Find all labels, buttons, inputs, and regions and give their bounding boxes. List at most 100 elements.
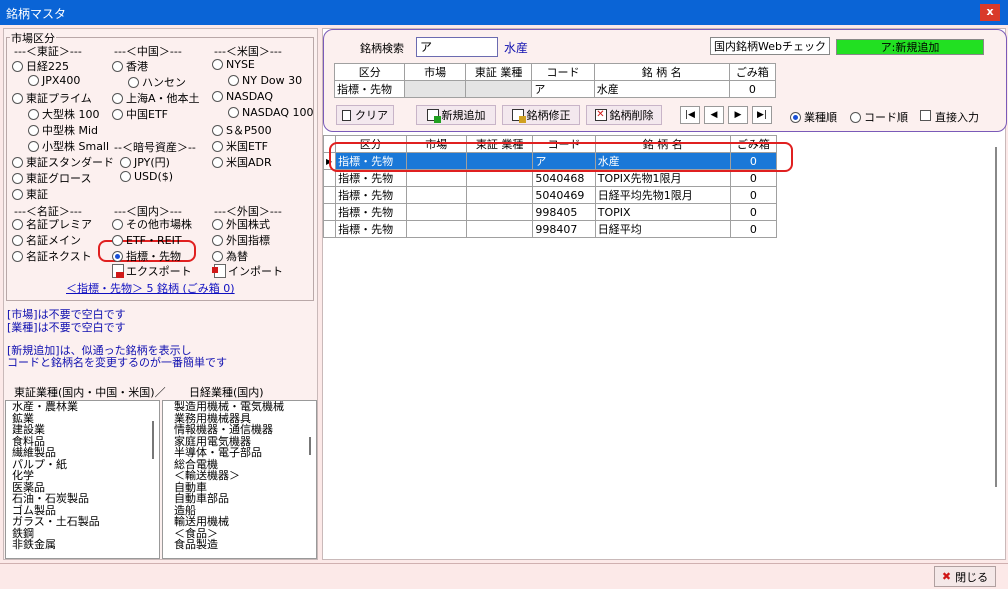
market-us-6[interactable]: 米国ADR: [212, 154, 272, 170]
row-selector[interactable]: [322, 186, 337, 204]
market-tosho-8[interactable]: 東証: [12, 186, 48, 202]
table-cell[interactable]: TOPIX: [594, 203, 731, 221]
table-cell[interactable]: 998405: [532, 203, 596, 221]
table-cell[interactable]: 0: [729, 220, 778, 238]
table-cell[interactable]: [465, 220, 534, 238]
row-selector[interactable]: [322, 169, 337, 187]
list-item[interactable]: 食品製造: [171, 539, 316, 551]
edit-cell[interactable]: ア: [531, 80, 595, 98]
market-us-4[interactable]: S＆P500: [212, 122, 272, 138]
market-china-3[interactable]: 中国ETF: [112, 106, 168, 122]
row-selector[interactable]: [322, 203, 337, 221]
table-cell[interactable]: 5040468: [532, 169, 596, 187]
market-tosho-6[interactable]: 東証スタンダード: [12, 154, 114, 170]
row-selector[interactable]: [322, 220, 337, 238]
import-button[interactable]: インポート: [212, 263, 283, 279]
next-record-button[interactable]: ▶: [728, 106, 748, 124]
table-cell[interactable]: 998407: [532, 220, 596, 238]
list-item[interactable]: ガラス・土石製品: [9, 516, 159, 528]
table-cell[interactable]: [405, 169, 467, 187]
list-item[interactable]: 建設業: [9, 424, 159, 436]
tosho-industry-list[interactable]: 水産・農林業 鉱業 建設業 食料品 繊維製品 パルプ・紙 化学 医薬品 石油・石炭製品 ゴム製品ガ…: [5, 400, 160, 559]
list-item[interactable]: 輸送用機械: [171, 516, 316, 528]
market-tosho-7[interactable]: 東証グロース: [12, 170, 91, 186]
delete-button[interactable]: ✕ 銘柄削除: [586, 105, 662, 125]
market-domestic-0[interactable]: その他市場株: [112, 216, 192, 232]
search-input[interactable]: ア: [416, 37, 498, 57]
list-item[interactable]: ＜輸送機器＞: [171, 470, 316, 482]
table-row[interactable]: 指標・先物 998407 日経平均 0: [322, 220, 778, 238]
table-cell[interactable]: 指標・先物: [335, 203, 407, 221]
table-cell[interactable]: [465, 186, 534, 204]
edit-cell[interactable]: 0: [728, 80, 777, 98]
market-domestic-2[interactable]: 指標・先物: [112, 248, 181, 264]
market-foreign-0[interactable]: 外国株式: [212, 216, 270, 232]
table-cell[interactable]: 指標・先物: [335, 220, 407, 238]
table-cell[interactable]: TOPIX先物1限月: [594, 169, 731, 187]
table-cell[interactable]: [405, 203, 467, 221]
clear-button[interactable]: クリア: [336, 105, 394, 125]
market-us-1[interactable]: NY Dow 30: [228, 74, 302, 87]
modify-button[interactable]: 銘柄修正: [502, 105, 580, 125]
edit-cell[interactable]: 水産: [593, 80, 730, 98]
table-cell[interactable]: 0: [729, 169, 778, 187]
list-item[interactable]: 情報機器・通信機器: [171, 424, 316, 436]
market-us-2[interactable]: NASDAQ: [212, 90, 273, 103]
web-check-button[interactable]: 国内銘柄Webチェック: [710, 37, 830, 55]
market-crypto-1[interactable]: USD($): [120, 170, 173, 183]
edit-cell[interactable]: 指標・先物: [333, 80, 406, 98]
market-china-1[interactable]: ハンセン: [128, 74, 186, 90]
add-button[interactable]: 新規追加: [416, 105, 496, 125]
market-foreign-2[interactable]: 為替: [212, 248, 248, 264]
market-tosho-0[interactable]: 日経225: [12, 58, 69, 74]
close-button[interactable]: ✖ 閉じる: [934, 566, 996, 587]
table-cell[interactable]: [465, 169, 534, 187]
market-china-2[interactable]: 上海A・他本土: [112, 90, 200, 106]
market-domestic-1[interactable]: ETF・REIT: [112, 232, 182, 248]
market-china-0[interactable]: 香港: [112, 58, 148, 74]
list-item[interactable]: 製造用機械・電気機械: [171, 401, 316, 413]
list-item[interactable]: 半導体・電子部品: [171, 447, 316, 459]
list-scrollbar[interactable]: [995, 147, 997, 487]
market-tosho-5[interactable]: 小型株 Small: [28, 138, 109, 154]
edit-cell[interactable]: [404, 80, 466, 98]
market-tosho-2[interactable]: 東証プライム: [12, 90, 92, 106]
table-cell[interactable]: 日経平均先物1限月: [594, 186, 731, 204]
table-cell[interactable]: 指標・先物: [335, 186, 407, 204]
first-record-button[interactable]: |◀: [680, 106, 700, 124]
market-meisho-2[interactable]: 名証ネクスト: [12, 248, 92, 264]
last-record-button[interactable]: ▶|: [752, 106, 772, 124]
table-row[interactable]: 指標・先物 5040468 TOPIX先物1限月 0: [322, 169, 778, 187]
prev-record-button[interactable]: ◀: [704, 106, 724, 124]
list-item[interactable]: 水産・農林業: [9, 401, 159, 413]
list-item[interactable]: 自動車部品: [171, 493, 316, 505]
market-foreign-1[interactable]: 外国指標: [212, 232, 270, 248]
table-row[interactable]: 指標・先物 998405 TOPIX 0: [322, 203, 778, 221]
market-us-0[interactable]: NYSE: [212, 58, 255, 71]
market-us-3[interactable]: NASDAQ 100: [228, 106, 314, 119]
market-crypto-0[interactable]: JPY(円): [120, 154, 170, 170]
window-close-button[interactable]: x: [980, 4, 1000, 21]
summary-link[interactable]: ＜指標・先物＞ 5 銘柄 (ごみ箱 0): [66, 280, 235, 296]
direct-input-checkbox[interactable]: [920, 110, 931, 121]
market-tosho-4[interactable]: 中型株 Mid: [28, 122, 98, 138]
market-meisho-1[interactable]: 名証メイン: [12, 232, 81, 248]
market-us-5[interactable]: 米国ETF: [212, 138, 268, 154]
table-cell[interactable]: 5040469: [532, 186, 596, 204]
table-cell[interactable]: [405, 186, 467, 204]
table-cell[interactable]: [405, 220, 467, 238]
table-cell[interactable]: [465, 203, 534, 221]
market-meisho-0[interactable]: 名証プレミア: [12, 216, 92, 232]
market-tosho-1[interactable]: JPX400: [28, 74, 80, 87]
nikkei-industry-list[interactable]: 製造用機械・電気機械 業務用機械器具 情報機器・通信機器 家庭用電気機器 半導体・電子部…: [162, 400, 317, 559]
table-cell[interactable]: 0: [729, 186, 778, 204]
edit-cell[interactable]: [464, 80, 533, 98]
list-item[interactable]: 石油・石炭製品: [9, 493, 159, 505]
list-item[interactable]: 繊維製品: [9, 447, 159, 459]
list-item[interactable]: 化学: [9, 470, 159, 482]
sort-code-radio[interactable]: コード順: [850, 109, 908, 125]
table-cell[interactable]: 日経平均: [594, 220, 731, 238]
export-button[interactable]: エクスポート: [112, 263, 192, 279]
table-cell[interactable]: 指標・先物: [335, 169, 407, 187]
market-tosho-3[interactable]: 大型株 100: [28, 106, 100, 122]
